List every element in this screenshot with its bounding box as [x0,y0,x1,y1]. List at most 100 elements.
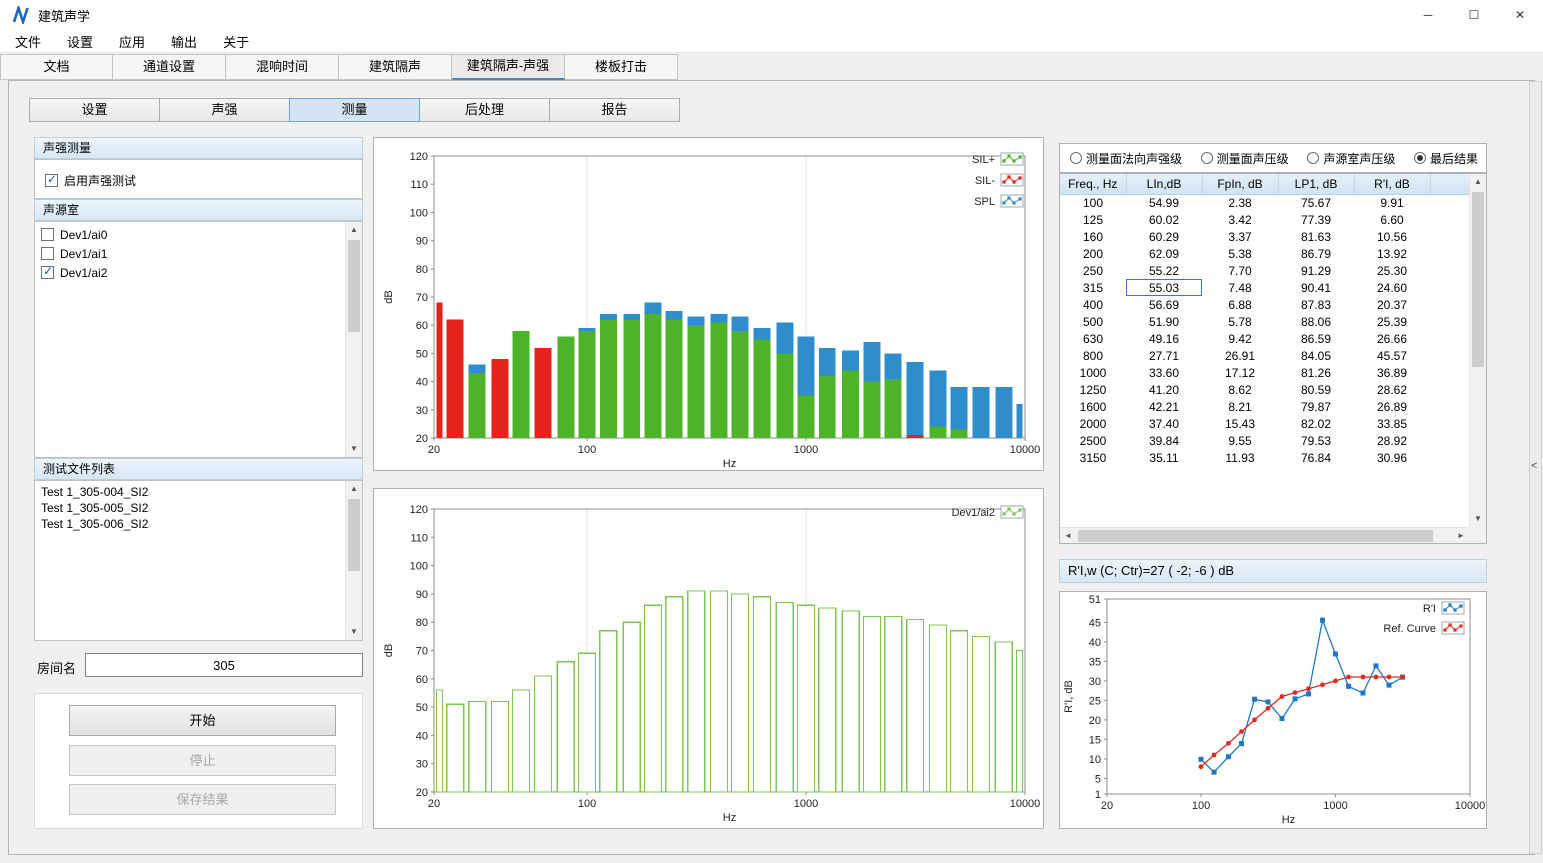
scroll-down-icon[interactable]: ▼ [1470,511,1486,527]
radio-option[interactable]: 最后结果 [1414,150,1478,167]
main-tab[interactable]: 混响时间 [226,54,339,80]
table-cell[interactable]: 25.39 [1354,313,1430,330]
panel-collapse-handle[interactable]: < [1529,81,1542,854]
table-cell[interactable]: 9.42 [1202,330,1278,347]
table-row[interactable]: 200037.4015.4382.0233.85 [1060,415,1470,432]
table-cell[interactable]: 7.70 [1202,262,1278,279]
scroll-right-icon[interactable]: ► [1453,528,1469,544]
table-cell[interactable]: 24.60 [1354,279,1430,296]
table-cell[interactable]: 33.60 [1126,364,1202,381]
table-cell[interactable]: 2000 [1060,415,1126,432]
table-cell[interactable]: 60.02 [1126,211,1202,228]
menu-item[interactable]: 应用 [106,30,158,52]
table-row[interactable]: 250039.849.5579.5328.92 [1060,432,1470,449]
table-cell[interactable]: 75.67 [1278,194,1354,211]
room-name-input[interactable] [85,653,363,677]
table-cell[interactable]: 26.91 [1202,347,1278,364]
maximize-button[interactable]: ☐ [1451,0,1497,30]
file-list-item[interactable]: Test 1_305-004_SI2 [35,484,345,500]
table-cell[interactable]: 81.63 [1278,228,1354,245]
table-cell[interactable]: 87.83 [1278,296,1354,313]
scroll-down-icon[interactable]: ▼ [346,624,362,640]
table-cell[interactable]: 81.26 [1278,364,1354,381]
table-cell[interactable]: 49.16 [1126,330,1202,347]
table-cell[interactable]: 11.93 [1202,449,1278,466]
main-tab[interactable]: 文档 [0,54,113,80]
scroll-thumb[interactable] [348,240,360,332]
table-cell[interactable]: 26.66 [1354,330,1430,347]
table-cell[interactable]: 8.21 [1202,398,1278,415]
table-cell[interactable]: 86.59 [1278,330,1354,347]
radio-option[interactable]: 声源室声压级 [1307,150,1395,167]
sub-tab[interactable]: 后处理 [419,98,550,122]
sub-tab[interactable]: 设置 [29,98,160,122]
table-cell[interactable]: 56.69 [1126,296,1202,313]
file-list-item[interactable]: Test 1_305-005_SI2 [35,500,345,516]
channel-row[interactable]: Dev1/ai0 [35,225,345,244]
table-cell[interactable]: 25.30 [1354,262,1430,279]
table-cell[interactable]: 2500 [1060,432,1126,449]
radio-option[interactable]: 测量面法向声强级 [1070,150,1182,167]
table-cell[interactable]: 37.40 [1126,415,1202,432]
table-cell[interactable]: 76.84 [1278,449,1354,466]
main-tab[interactable]: 楼板打击 [565,54,678,80]
minimize-button[interactable]: ─ [1405,0,1451,30]
table-cell[interactable]: 6.60 [1354,211,1430,228]
table-cell[interactable]: 2.38 [1202,194,1278,211]
scroll-down-icon[interactable]: ▼ [346,441,362,457]
radio-icon[interactable] [1201,152,1213,164]
table-row[interactable]: 20062.095.3886.7913.92 [1060,245,1470,262]
channel-checkbox[interactable] [41,228,54,241]
table-cell[interactable]: 3.37 [1202,228,1278,245]
radio-icon[interactable] [1307,152,1319,164]
scroll-up-icon[interactable]: ▲ [346,481,362,497]
table-cell[interactable]: 20.37 [1354,296,1430,313]
table-cell[interactable]: 3150 [1060,449,1126,466]
table-cell[interactable]: 28.92 [1354,432,1430,449]
table-row[interactable]: 40056.696.8887.8320.37 [1060,296,1470,313]
table-cell[interactable]: 315 [1060,279,1126,296]
file-list-scrollbar[interactable]: ▲ ▼ [345,481,362,640]
table-cell[interactable]: 3.42 [1202,211,1278,228]
table-cell[interactable]: 27.71 [1126,347,1202,364]
channel-row[interactable]: ✓Dev1/ai2 [35,263,345,282]
table-row[interactable]: 63049.169.4286.5926.66 [1060,330,1470,347]
scroll-thumb[interactable] [1472,192,1484,367]
table-cell[interactable]: 91.29 [1278,262,1354,279]
table-cell[interactable]: 86.79 [1278,245,1354,262]
table-row[interactable]: 100033.6017.1281.2636.89 [1060,364,1470,381]
table-cell[interactable]: 55.22 [1126,262,1202,279]
table-cell[interactable]: 15.43 [1202,415,1278,432]
table-row[interactable]: 160042.218.2179.8726.89 [1060,398,1470,415]
table-cell[interactable]: 1000 [1060,364,1126,381]
table-cell[interactable]: 7.48 [1202,279,1278,296]
table-row[interactable]: 16060.293.3781.6310.56 [1060,228,1470,245]
table-cell[interactable]: 800 [1060,347,1126,364]
table-cell[interactable]: 5.38 [1202,245,1278,262]
menu-item[interactable]: 设置 [54,30,106,52]
table-row[interactable]: 315035.1111.9376.8430.96 [1060,449,1470,466]
table-cell[interactable]: 8.62 [1202,381,1278,398]
table-row[interactable]: 10054.992.3875.679.91 [1060,194,1470,211]
table-cell[interactable]: 630 [1060,330,1126,347]
table-cell[interactable]: 36.89 [1354,364,1430,381]
radio-icon[interactable] [1070,152,1082,164]
table-cell[interactable]: 41.20 [1126,381,1202,398]
table-row[interactable]: 125041.208.6280.5928.62 [1060,381,1470,398]
table-cell[interactable]: 77.39 [1278,211,1354,228]
table-cell[interactable]: 13.92 [1354,245,1430,262]
scroll-thumb[interactable] [348,499,360,571]
file-list-item[interactable]: Test 1_305-006_SI2 [35,516,345,532]
table-cell[interactable]: 54.99 [1126,194,1202,211]
table-cell[interactable]: 80.59 [1278,381,1354,398]
scroll-left-icon[interactable]: ◄ [1060,528,1076,544]
close-button[interactable]: ✕ [1497,0,1543,30]
main-tab[interactable]: 建筑隔声-声强 [452,54,565,80]
table-cell[interactable]: 26.89 [1354,398,1430,415]
table-row[interactable]: 25055.227.7091.2925.30 [1060,262,1470,279]
table-cell[interactable]: 51.90 [1126,313,1202,330]
table-cell[interactable]: 82.02 [1278,415,1354,432]
table-cell[interactable]: 88.06 [1278,313,1354,330]
table-cell[interactable]: 62.09 [1126,245,1202,262]
enable-si-row[interactable]: ✓ 启用声强测试 [35,171,362,190]
